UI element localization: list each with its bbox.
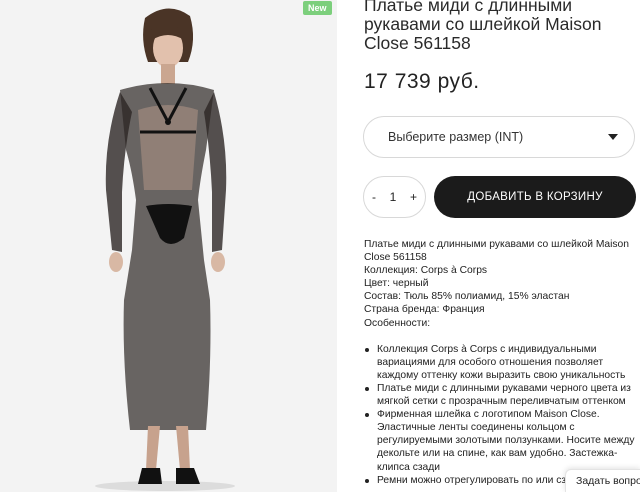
feature-item: Фирменная шлейка с логотипом Maison Clos…: [365, 408, 640, 473]
product-price: 17 739 руб.: [364, 70, 480, 93]
description-features-heading: Особенности:: [364, 317, 431, 329]
description-country: Страна бренда: Франция: [364, 304, 485, 316]
description-color: Цвет: черный: [364, 278, 429, 290]
product-title: Платье миди с длинными рукавами со шлейк…: [364, 0, 602, 53]
product-photo[interactable]: New: [0, 0, 337, 492]
features-list: Коллекция Corps à Corps с индивидуальным…: [364, 343, 640, 487]
caret-down-icon: [608, 134, 618, 140]
quantity-minus-button[interactable]: -: [372, 190, 376, 204]
feature-item: Коллекция Corps à Corps с индивидуальным…: [365, 343, 640, 382]
ask-question-button[interactable]: Задать вопрос: [565, 469, 640, 492]
feature-item: Платье миди с длинными рукавами черного …: [365, 382, 640, 408]
description-composition: Состав: Тюль 85% полиамид, 15% эластан: [364, 291, 570, 303]
product-description: Платье миди с длинными рукавами со шлейк…: [364, 238, 640, 487]
quantity-plus-button[interactable]: +: [410, 190, 417, 204]
quantity-stepper[interactable]: - 1 +: [363, 176, 426, 218]
size-select-label: Выберите размер (INT): [388, 130, 524, 144]
size-select[interactable]: Выберите размер (INT): [363, 116, 635, 158]
quantity-value[interactable]: 1: [390, 190, 397, 204]
new-badge: New: [303, 1, 332, 15]
description-title: Платье миди с длинными рукавами со шлейк…: [364, 239, 630, 264]
description-collection: Коллекция: Corps à Corps: [364, 265, 488, 277]
model-figure-image: [95, 8, 235, 491]
add-to-cart-button[interactable]: ДОБАВИТЬ В КОРЗИНУ: [434, 176, 636, 218]
